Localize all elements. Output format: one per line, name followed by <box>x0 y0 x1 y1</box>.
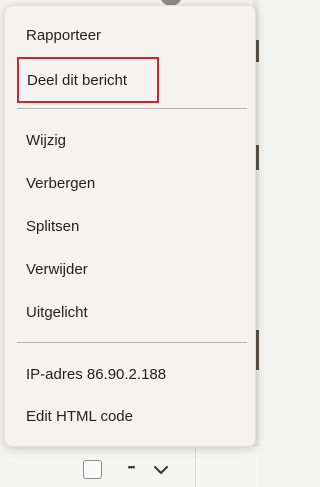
menu-item-label: Edit HTML code <box>26 407 133 425</box>
menu-item-label: Verbergen <box>26 174 96 192</box>
more-options-button[interactable]: ••• <box>118 461 144 479</box>
expand-button[interactable] <box>152 462 170 478</box>
menu-item-label: Uitgelicht <box>26 303 88 321</box>
menu-item-label: Wijzig <box>26 131 66 149</box>
menu-item-report[interactable]: Rapporteer <box>17 15 243 55</box>
menu-item-share-post[interactable]: Deel dit bericht <box>17 57 159 103</box>
menu-divider <box>17 108 247 109</box>
more-icon: ••• <box>127 462 136 472</box>
menu-item-ip-address[interactable]: IP-adres 86.90.2.188 <box>17 354 243 394</box>
menu-item-label: Deel dit bericht <box>27 71 128 89</box>
menu-item-label: Verwijder <box>26 260 88 278</box>
menu-item-delete[interactable]: Verwijder <box>17 249 243 289</box>
post-options-menu: Rapporteer Deel dit bericht Wijzig Verbe… <box>4 5 256 447</box>
menu-item-edit[interactable]: Wijzig <box>17 120 243 160</box>
select-post-checkbox[interactable] <box>83 460 102 479</box>
menu-item-label: IP-adres 86.90.2.188 <box>26 365 167 383</box>
chevron-down-icon <box>154 466 168 474</box>
menu-item-label: Rapporteer <box>26 26 102 44</box>
menu-item-split[interactable]: Splitsen <box>17 206 243 246</box>
menu-divider <box>17 342 247 343</box>
menu-item-hide[interactable]: Verbergen <box>17 163 243 203</box>
menu-item-edit-html[interactable]: Edit HTML code <box>17 396 243 436</box>
menu-item-label: Splitsen <box>26 217 80 235</box>
menu-item-featured[interactable]: Uitgelicht <box>17 292 243 332</box>
